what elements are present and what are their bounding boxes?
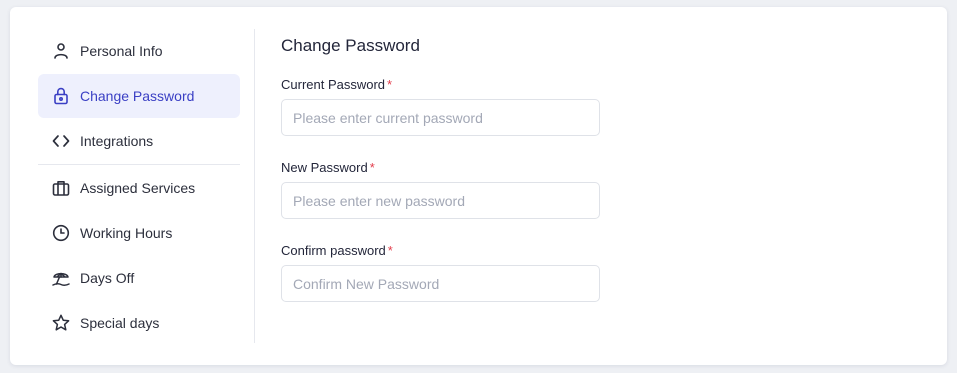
sidebar-item-working-hours[interactable]: Working Hours bbox=[38, 211, 240, 255]
sidebar-separator bbox=[254, 29, 255, 343]
required-mark: * bbox=[369, 160, 375, 175]
sidebar-item-integrations[interactable]: Integrations bbox=[38, 119, 240, 163]
current-password-label: Current Password * bbox=[281, 77, 393, 92]
sidebar-item-label: Working Hours bbox=[80, 225, 173, 241]
briefcase-icon bbox=[51, 178, 71, 198]
sidebar-item-label: Assigned Services bbox=[80, 180, 196, 196]
sidebar-item-label: Personal Info bbox=[80, 43, 163, 59]
profile-settings-card: Personal Info Change Password Integratio… bbox=[10, 7, 947, 365]
required-mark: * bbox=[387, 243, 393, 258]
required-mark: * bbox=[387, 77, 393, 92]
sidebar-item-personal-info[interactable]: Personal Info bbox=[38, 29, 240, 73]
user-icon bbox=[51, 41, 71, 61]
new-password-input[interactable] bbox=[281, 182, 600, 219]
confirm-password-group: Confirm password * bbox=[281, 243, 681, 302]
confirm-password-input[interactable] bbox=[281, 265, 600, 302]
sidebar-item-label: Days Off bbox=[80, 270, 135, 286]
sidebar-item-assigned-services[interactable]: Assigned Services bbox=[38, 166, 240, 210]
current-password-group: Current Password * bbox=[281, 77, 681, 136]
sidebar-item-change-password[interactable]: Change Password bbox=[38, 74, 240, 118]
sidebar-item-days-off[interactable]: Days Off bbox=[38, 256, 240, 300]
sidebar-divider bbox=[38, 164, 240, 165]
clock-icon bbox=[51, 223, 71, 243]
sidebar-item-label: Integrations bbox=[80, 133, 154, 149]
current-password-input[interactable] bbox=[281, 99, 600, 136]
beach-umbrella-icon bbox=[51, 268, 71, 288]
page-title: Change Password bbox=[281, 36, 420, 55]
lock-icon bbox=[51, 86, 71, 106]
confirm-password-label: Confirm password * bbox=[281, 243, 393, 258]
new-password-group: New Password * bbox=[281, 160, 681, 219]
sidebar-item-label: Change Password bbox=[80, 88, 195, 104]
change-password-form: Change Password Current Password * New Pa… bbox=[281, 35, 681, 326]
sidebar-item-special-days[interactable]: Special days bbox=[38, 301, 240, 345]
new-password-label: New Password * bbox=[281, 160, 375, 175]
sidebar-item-label: Special days bbox=[80, 315, 160, 331]
star-icon bbox=[51, 313, 71, 333]
settings-sidebar: Personal Info Change Password Integratio… bbox=[38, 29, 240, 346]
code-icon bbox=[51, 131, 71, 151]
